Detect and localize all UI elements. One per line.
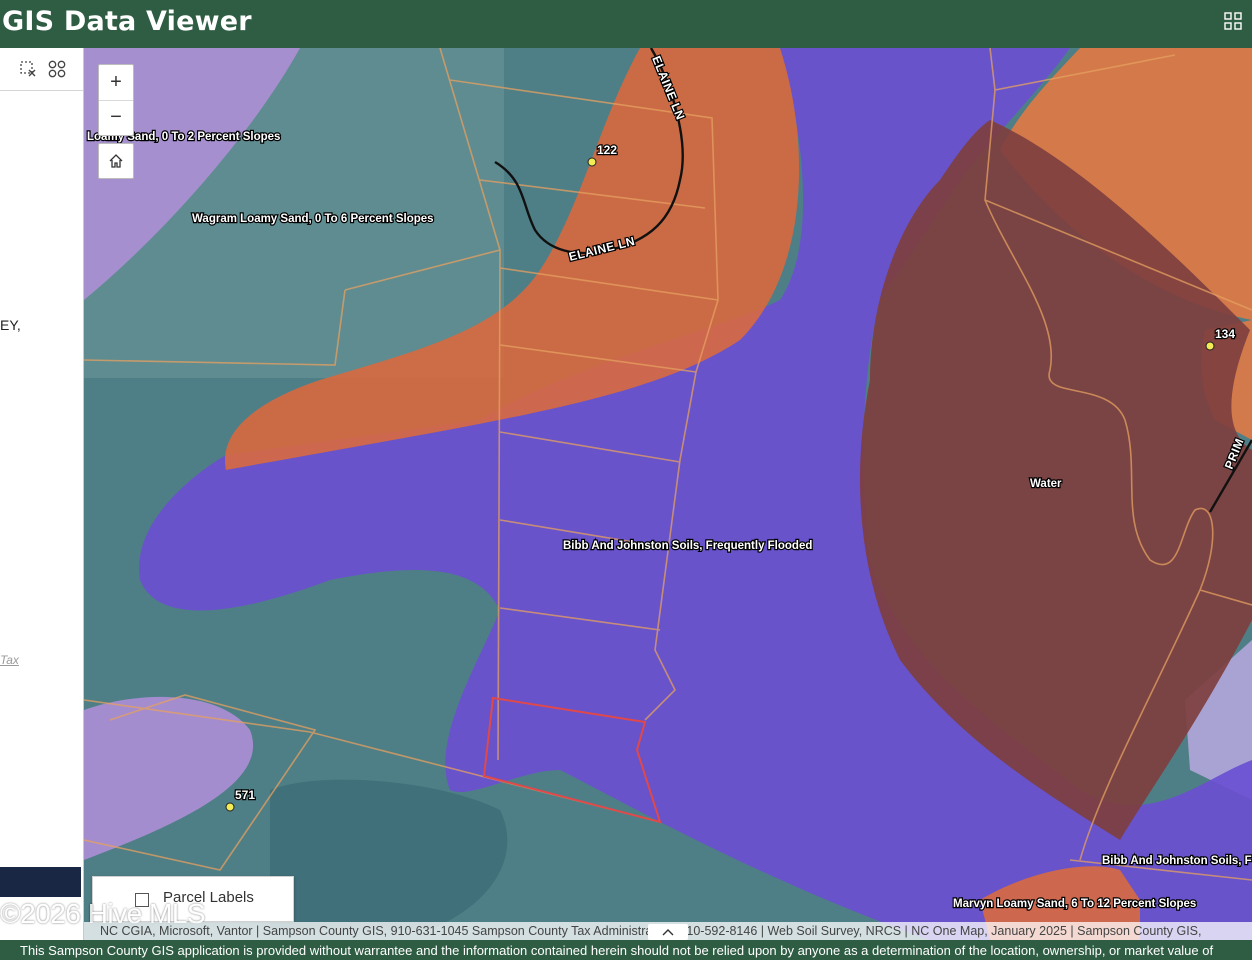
address-point-571 [225, 802, 235, 812]
side-panel-banner [0, 867, 81, 897]
attribution-bar: NC CGIA, Microsoft, Vantor | Sampson Cou… [84, 922, 1252, 940]
home-icon [109, 154, 123, 168]
zoom-out-button[interactable]: − [99, 100, 133, 135]
map-view[interactable]: 122 134 571 ELAINE LN ELAINE LN PRIM Loa… [84, 48, 1252, 940]
map-canvas[interactable]: 122 134 571 ELAINE LN ELAINE LN PRIM Loa… [84, 48, 1252, 940]
disclaimer-footer: This Sampson County GIS application is p… [0, 940, 1252, 960]
soil-label-marvyn: Marvyn Loamy Sand, 6 To 12 Percent Slope… [953, 898, 1196, 910]
soil-label-water: Water [1030, 478, 1062, 490]
soil-label-bibb-johnston-east: Bibb And Johnston Soils, F [1102, 855, 1252, 867]
address-label-571: 571 [235, 788, 255, 802]
select-clear-icon[interactable] [19, 60, 37, 78]
zoom-in-button[interactable]: + [99, 65, 133, 101]
soil-label-bibb-johnston: Bibb And Johnston Soils, Frequently Floo… [563, 540, 812, 552]
side-panel-link-fragment[interactable]: Tax [0, 653, 19, 667]
home-button[interactable] [98, 143, 134, 179]
side-panel: EY, Tax [0, 48, 84, 940]
zoom-control: + − [98, 64, 134, 136]
address-point-134 [1205, 341, 1215, 351]
side-panel-toolbar [0, 48, 83, 91]
layout-grid-icon[interactable] [48, 60, 66, 78]
soil-label-wagram: Wagram Loamy Sand, 0 To 6 Percent Slopes [192, 213, 434, 225]
address-label-134: 134 [1215, 327, 1235, 341]
disclaimer-text: This Sampson County GIS application is p… [20, 943, 1214, 958]
app-title: GIS Data Viewer [2, 6, 252, 37]
address-point-122 [587, 157, 597, 167]
side-panel-text-fragment: EY, [0, 317, 21, 333]
chevron-up-icon [662, 929, 674, 936]
app-header: GIS Data Viewer [0, 0, 1252, 48]
attribution-toggle-button[interactable] [648, 924, 688, 940]
app-launcher-grid-icon[interactable] [1224, 12, 1242, 30]
address-label-122: 122 [597, 143, 617, 157]
